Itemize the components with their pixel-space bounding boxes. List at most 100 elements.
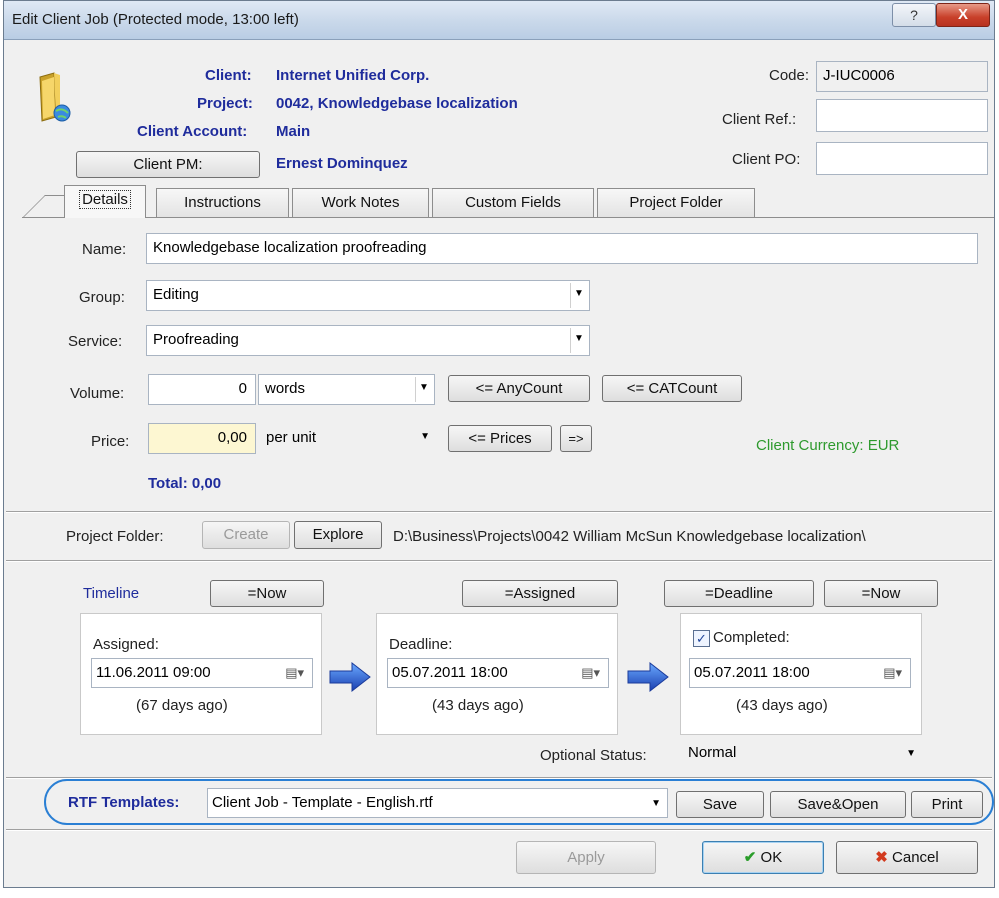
group-value: Editing xyxy=(153,286,199,303)
optional-status-label: Optional Status: xyxy=(540,747,647,764)
deadline-date-value: 05.07.2011 18:00 xyxy=(392,664,508,681)
project-value: 0042, Knowledgebase localization xyxy=(276,95,518,112)
arrow-right-icon xyxy=(627,661,669,693)
tab-instructions[interactable]: Instructions xyxy=(156,188,289,217)
template-save-open-button[interactable]: Save&Open xyxy=(770,791,906,818)
deadline-panel: Deadline: 05.07.2011 18:00 ▤▾ (43 days a… xyxy=(376,613,618,735)
deadline-label: Deadline: xyxy=(389,636,453,653)
name-value: Knowledgebase localization proofreading xyxy=(153,239,427,256)
tab-strip-line xyxy=(22,217,994,218)
deadline-ago: (43 days ago) xyxy=(432,697,524,714)
anycount-button[interactable]: <= AnyCount xyxy=(448,375,590,402)
explore-folder-button[interactable]: Explore xyxy=(294,521,382,549)
calendar-icon: ▤▾ xyxy=(285,665,304,680)
price-label: Price: xyxy=(91,433,130,450)
project-folder-path: D:\Business\Projects\0042 William McSun … xyxy=(393,528,866,545)
client-ref-label: Client Ref.: xyxy=(722,111,797,128)
chevron-down-icon: ▼ xyxy=(906,748,916,759)
tab-custom-fields[interactable]: Custom Fields xyxy=(432,188,594,217)
chevron-down-icon: ▼ xyxy=(415,377,432,402)
completed-ago: (43 days ago) xyxy=(736,697,828,714)
ok-button[interactable]: ✔ OK xyxy=(702,841,824,874)
name-label: Name: xyxy=(82,241,127,258)
assigned-ago: (67 days ago) xyxy=(136,697,228,714)
chevron-down-icon: ▼ xyxy=(651,798,661,809)
deadline-from-assigned-button[interactable]: =Assigned xyxy=(462,580,618,607)
volume-unit-value: words xyxy=(265,380,306,397)
assigned-now-button[interactable]: =Now xyxy=(210,580,324,607)
deadline-date-picker[interactable]: 05.07.2011 18:00 ▤▾ xyxy=(387,658,609,688)
cancel-button[interactable]: ✖ Cancel xyxy=(836,841,978,874)
optional-status-value: Normal xyxy=(688,744,737,761)
volume-input[interactable]: 0 xyxy=(148,374,256,405)
price-value: 0,00 xyxy=(217,429,247,446)
name-input[interactable]: Knowledgebase localization proofreading xyxy=(146,233,978,264)
client-currency: Client Currency: EUR xyxy=(756,437,900,454)
close-button[interactable]: X xyxy=(936,3,990,27)
completed-date-picker[interactable]: 05.07.2011 18:00 ▤▾ xyxy=(689,658,911,688)
completed-date-value: 05.07.2011 18:00 xyxy=(694,664,810,681)
volume-label: Volume: xyxy=(70,385,125,402)
template-save-button[interactable]: Save xyxy=(676,791,764,818)
cancel-x-icon: ✖ xyxy=(875,849,888,866)
total-value: Total: 0,00 xyxy=(148,475,222,492)
edit-client-job-window: Edit Client Job (Protected mode, 13:00 l… xyxy=(3,0,995,888)
template-print-button[interactable]: Print xyxy=(911,791,983,818)
client-value: Internet Unified Corp. xyxy=(276,67,430,84)
tab-project-folder[interactable]: Project Folder xyxy=(597,188,755,217)
client-pm-button[interactable]: Client PM: xyxy=(76,151,260,178)
completed-checkbox[interactable]: ✓ xyxy=(693,630,710,647)
volume-value: 0 xyxy=(238,380,247,397)
copy-price-button[interactable]: => xyxy=(560,425,592,452)
arrow-right-icon xyxy=(329,661,371,693)
help-button[interactable]: ? xyxy=(892,3,936,27)
timeline-title: Timeline xyxy=(83,585,140,602)
client-ref-input[interactable] xyxy=(816,99,988,132)
client-account-label: Client Account: xyxy=(137,123,248,140)
tab-details-label: Details xyxy=(79,190,131,209)
chevron-down-icon: ▼ xyxy=(570,283,587,308)
separator xyxy=(6,560,992,562)
title-bar: Edit Client Job (Protected mode, 13:00 l… xyxy=(4,1,994,40)
catcount-button[interactable]: <= CATCount xyxy=(602,375,742,402)
price-input[interactable]: 0,00 xyxy=(148,423,256,454)
service-value: Proofreading xyxy=(153,331,239,348)
assigned-label: Assigned: xyxy=(93,636,159,653)
completed-deadline-button[interactable]: =Deadline xyxy=(664,580,814,607)
ok-label: OK xyxy=(760,849,783,866)
folder-globe-icon xyxy=(36,71,74,125)
calendar-icon: ▤▾ xyxy=(883,665,902,680)
calendar-icon: ▤▾ xyxy=(581,665,600,680)
completed-now-button[interactable]: =Now xyxy=(824,580,938,607)
volume-unit-select[interactable]: words ▼ xyxy=(258,374,435,405)
service-select[interactable]: Proofreading ▼ xyxy=(146,325,590,356)
assigned-date-value: 11.06.2011 09:00 xyxy=(96,664,211,681)
assigned-date-picker[interactable]: 11.06.2011 09:00 ▤▾ xyxy=(91,658,313,688)
rtf-templates-label: RTF Templates: xyxy=(68,794,180,811)
service-label: Service: xyxy=(68,333,123,350)
tab-details[interactable]: Details xyxy=(64,185,146,218)
tab-work-notes[interactable]: Work Notes xyxy=(292,188,429,217)
rtf-template-select[interactable]: Client Job - Template - English.rtf ▼ xyxy=(207,788,668,818)
window-title: Edit Client Job (Protected mode, 13:00 l… xyxy=(12,11,299,28)
client-label: Client: xyxy=(205,67,252,84)
client-pm-value: Ernest Dominquez xyxy=(276,155,408,172)
chevron-down-icon: ▼ xyxy=(420,431,430,442)
cancel-label: Cancel xyxy=(892,849,939,866)
chevron-down-icon: ▼ xyxy=(570,328,587,353)
price-unit-select[interactable]: per unit ▼ xyxy=(262,425,434,454)
code-label: Code: xyxy=(769,67,810,84)
client-account-value: Main xyxy=(276,123,311,140)
client-po-input[interactable] xyxy=(816,142,988,175)
prices-button[interactable]: <= Prices xyxy=(448,425,552,452)
completed-panel: ✓ Completed: 05.07.2011 18:00 ▤▾ (43 day… xyxy=(680,613,922,735)
separator xyxy=(6,511,992,513)
create-folder-button[interactable]: Create xyxy=(202,521,290,549)
rtf-template-value: Client Job - Template - English.rtf xyxy=(212,794,433,811)
separator xyxy=(6,829,992,831)
apply-button[interactable]: Apply xyxy=(516,841,656,874)
group-select[interactable]: Editing ▼ xyxy=(146,280,590,311)
optional-status-select[interactable]: Normal ▼ xyxy=(682,739,922,769)
group-label: Group: xyxy=(79,289,125,306)
assigned-panel: Assigned: 11.06.2011 09:00 ▤▾ (67 days a… xyxy=(80,613,322,735)
